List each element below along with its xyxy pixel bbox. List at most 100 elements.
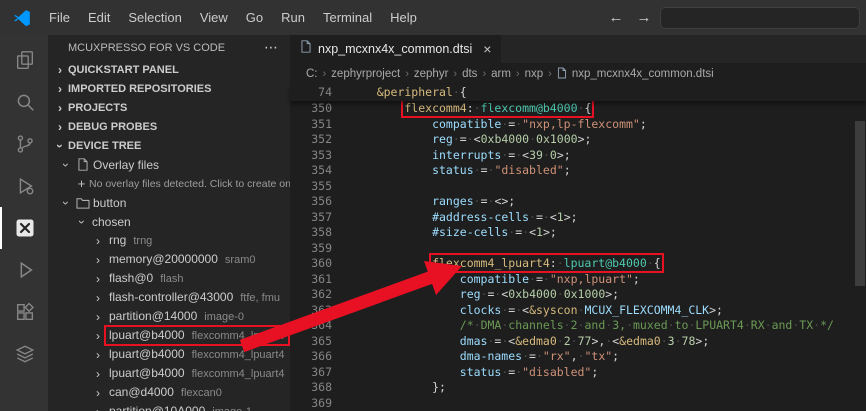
tab-nxp-mcxnx4x-common-dtsi[interactable]: nxp_mcxnx4x_common.dtsi ×	[290, 35, 501, 63]
line-content[interactable]: ranges·=·<>;	[349, 194, 515, 210]
breadcrumb-item[interactable]: nxp	[525, 68, 544, 80]
activity-stack-icon[interactable]	[0, 333, 48, 375]
section-projects[interactable]: ›PROJECTS	[48, 98, 290, 117]
code-token: lpuart@b4000	[564, 256, 647, 270]
menu-selection[interactable]: Selection	[119, 0, 190, 35]
line-number: 357	[290, 210, 332, 226]
breadcrumb-item[interactable]: zephyr	[414, 68, 449, 80]
tree-node-can@d4000[interactable]: ›can@d4000flexcan0	[48, 383, 290, 402]
line-number: 359	[290, 241, 332, 257]
tree-node-lpuart@b4000[interactable]: ›lpuart@b4000flexcomm4_lpuart4	[48, 326, 290, 345]
breadcrumb-separator: ›	[323, 68, 327, 80]
line-content[interactable]: compatible·=·"nxp,lp-flexcomm";	[349, 117, 647, 133]
tree-node-lpuart@b4000[interactable]: ›lpuart@b4000flexcomm4_lpuart4	[48, 345, 290, 364]
whitespace-dots: ·	[543, 210, 550, 224]
nav-back-icon[interactable]: ←	[604, 9, 628, 26]
section-device-tree[interactable]: ›DEVICE TREE	[48, 136, 290, 155]
tree-node-partition@10A000[interactable]: ›partition@10A000image-1	[48, 402, 290, 411]
line-content[interactable]: flexcomm4:·flexcomm@b4000·{	[349, 101, 591, 117]
line-content[interactable]: status·=·"disabled";	[349, 365, 598, 381]
line-content[interactable]: dma-names·=·"rx",·"tx";	[349, 349, 619, 365]
activity-play-icon[interactable]	[0, 249, 48, 291]
menu-terminal[interactable]: Terminal	[314, 0, 381, 35]
line-content[interactable]: compatible·=·"nxp,lpuart";	[349, 272, 640, 288]
menu-run[interactable]: Run	[272, 0, 314, 35]
chevron-right-icon: ›	[90, 386, 106, 400]
nav-forward-icon[interactable]: →	[632, 9, 656, 26]
activity-extensions-icon[interactable]	[0, 291, 48, 333]
line-content[interactable]: reg·=·<0xb4000·0x1000>;	[349, 132, 591, 148]
code-token: >;	[557, 148, 571, 162]
close-icon[interactable]: ×	[483, 41, 491, 57]
menu-edit[interactable]: Edit	[79, 0, 119, 35]
breadcrumb-item[interactable]: nxp_mcxnx4x_common.dtsi	[572, 68, 714, 80]
code-token: &edma0	[515, 334, 557, 348]
menu-go[interactable]: Go	[237, 0, 272, 35]
breadcrumb-item[interactable]: arm	[491, 68, 511, 80]
menu-view[interactable]: View	[191, 0, 237, 35]
breadcrumb-item[interactable]: dts	[462, 68, 477, 80]
code-token: and	[584, 318, 605, 332]
menu-file[interactable]: File	[40, 0, 79, 35]
chosen-label: chosen	[92, 215, 131, 229]
line-content[interactable]: #address-cells·=·<1>;	[349, 210, 578, 226]
overlay-files-item[interactable]: › Overlay files	[48, 155, 290, 174]
node-detail: ftfe, fmu	[240, 290, 280, 306]
line-number: 355	[290, 179, 332, 195]
menu-help[interactable]: Help	[381, 0, 426, 35]
code-token: muxed	[633, 318, 668, 332]
tree-node-flash@0[interactable]: ›flash@0flash	[48, 269, 290, 288]
command-center-search[interactable]	[660, 7, 860, 29]
node-name: lpuart@b4000	[109, 346, 185, 362]
whitespace-dots: ·	[571, 334, 578, 348]
more-actions-icon[interactable]: ⋯	[264, 39, 278, 56]
activity-source-control-icon[interactable]	[0, 123, 48, 165]
code-line-369: 369	[290, 396, 866, 411]
line-content[interactable]: &peripheral·{	[349, 85, 467, 101]
code-token: 3	[668, 334, 675, 348]
line-content[interactable]: clocks·=·<&syscon·MCUX_FLEXCOMM4_CLK>;	[349, 303, 723, 319]
line-content[interactable]: reg·=·<0xb4000·0x1000>;	[349, 287, 619, 303]
code-line-363: 363clocks·=·<&syscon·MCUX_FLEXCOMM4_CLK>…	[290, 303, 866, 319]
line-content[interactable]: interrupts·=·<39·0>;	[349, 148, 571, 164]
breadcrumb-item[interactable]: C:	[306, 68, 318, 80]
tree-node-flash-controller@43000[interactable]: ›flash-controller@43000ftfe, fmu	[48, 288, 290, 307]
code-line-357: 357 #address-cells·=·<1>;	[290, 210, 866, 226]
activity-explorer-icon[interactable]	[0, 39, 48, 81]
line-content[interactable]: /*·DMA·channels·2·and·3,·muxed·to·LPUART…	[349, 318, 834, 334]
project-button-item[interactable]: › button	[48, 193, 290, 212]
line-content[interactable]: flexcomm4_lpuart4:·lpuart@b4000·{	[349, 256, 661, 272]
breadcrumb-item[interactable]: zephyrproject	[331, 68, 400, 80]
line-content[interactable]: status·=·"disabled";	[349, 163, 571, 179]
scrollbar-thumb[interactable]	[855, 121, 865, 286]
code-line-360: 360flexcomm4_lpuart4:·lpuart@b4000·{	[290, 256, 866, 272]
activity-search-icon[interactable]	[0, 81, 48, 123]
activity-run-debug-icon[interactable]	[0, 165, 48, 207]
line-content[interactable]: dmas·=·<&edma0·2·77>,·<&edma0·3·78>;	[349, 334, 709, 350]
section-imported-repositories[interactable]: ›IMPORTED REPOSITORIES	[48, 79, 290, 98]
chosen-item[interactable]: › chosen	[48, 212, 290, 231]
code-token: 2	[564, 334, 571, 348]
chevron-right-icon: ›	[52, 120, 68, 134]
tree-node-text: flash-controller@43000ftfe, fmu	[106, 289, 283, 306]
line-content[interactable]: #size-cells·=·<1>;	[349, 225, 557, 241]
code-token: to	[675, 318, 689, 332]
create-overlay-item[interactable]: + No overlay files detected. Click to cr…	[48, 174, 290, 193]
sticky-scroll-line[interactable]: 74&peripheral·{	[290, 85, 866, 101]
editor-scrollbar[interactable]	[855, 85, 865, 411]
chevron-right-icon: ›	[52, 63, 68, 77]
code-token: {	[460, 85, 467, 99]
line-content[interactable]: };	[349, 380, 446, 396]
tree-node-partition@14000[interactable]: ›partition@14000image-0	[48, 307, 290, 326]
section-debug-probes[interactable]: ›DEBUG PROBES	[48, 117, 290, 136]
section-label: DEVICE TREE	[68, 140, 141, 152]
activity-mcuxpresso-icon[interactable]	[0, 207, 48, 249]
code-token: flexcomm4	[404, 101, 466, 115]
code-token: =	[529, 349, 536, 363]
tree-node-rng[interactable]: ›rngtrng	[48, 231, 290, 250]
whitespace-dots: ·	[543, 272, 550, 286]
tree-node-lpuart@b4000[interactable]: ›lpuart@b4000flexcomm4_lpuart4	[48, 364, 290, 383]
code-token: {	[584, 101, 591, 115]
section-quickstart-panel[interactable]: ›QUICKSTART PANEL	[48, 60, 290, 79]
tree-node-memory@20000000[interactable]: ›memory@20000000sram0	[48, 250, 290, 269]
